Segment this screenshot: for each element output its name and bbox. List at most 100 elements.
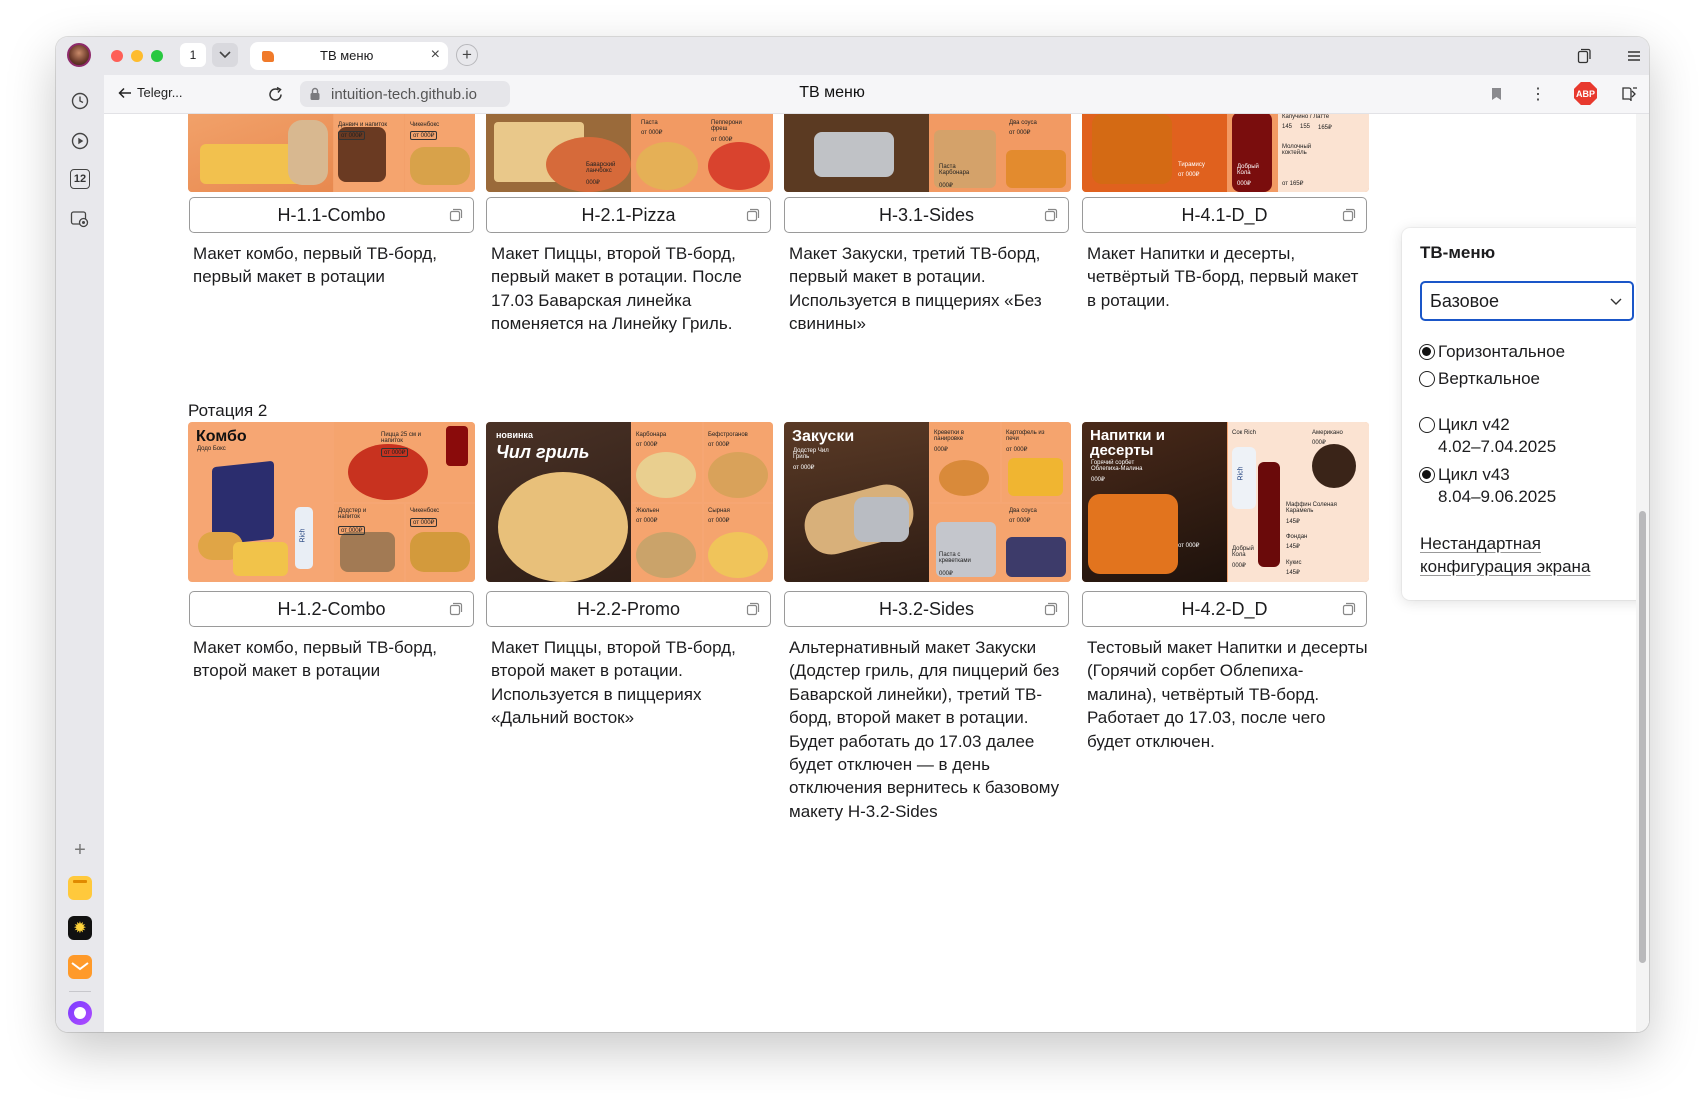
chevron-down-icon [1610, 298, 1622, 305]
copy-icon[interactable] [1342, 602, 1356, 616]
more-vertical-icon[interactable]: ⋮ [1530, 85, 1546, 103]
notes-app-icon[interactable] [68, 876, 92, 900]
layout-code-label: Н-3.1-Sides [878, 204, 975, 225]
layout-code-button[interactable]: Н-3.1-Sides [784, 197, 1069, 233]
adblock-label: ABP [1575, 88, 1595, 99]
radio-button[interactable] [1419, 417, 1435, 433]
radio-button[interactable] [1419, 467, 1435, 483]
calendar-badge-number: 12 [73, 173, 87, 185]
layout-preview-image[interactable]: Паста Карбонара 000₽ Два соуса от 000₽ [784, 114, 1071, 192]
title-bar: 1 ТВ меню × + [56, 37, 1649, 75]
copy-icon[interactable] [449, 602, 463, 616]
menu-hamburger-icon[interactable] [1624, 46, 1644, 66]
layout-preview-image[interactable]: Напитки и десерты Горячий сорбет Облепих… [1082, 422, 1369, 582]
tab-close-icon[interactable]: × [431, 46, 440, 64]
layout-preview-image[interactable]: Паста от 000₽ Пепперони фреш от 000₽ Бав… [486, 114, 773, 192]
alice-assistant-icon[interactable] [68, 1001, 92, 1025]
layout-code-button[interactable]: Н-4.2-D_D [1082, 591, 1367, 627]
preview-price-tag: от 000₽ [1009, 130, 1031, 136]
tab-counter-label: 1 [189, 48, 197, 62]
orientation-option-horizontal[interactable]: Горизонтальное [1419, 341, 1565, 363]
cycle-dates: 8.04–9.06.2025 [1438, 487, 1557, 506]
layout-code-button[interactable]: Н-2.1-Pizza [486, 197, 771, 233]
cycle-option-v42[interactable]: Цикл v42 4.02–7.04.2025 [1419, 414, 1556, 458]
layout-code-label: Н-1.2-Combo [277, 598, 386, 619]
copy-icon[interactable] [1044, 602, 1058, 616]
preview-text: Креветки в панировке [934, 430, 965, 442]
preview-price-tag: от 000₽ [708, 518, 730, 524]
radio-button[interactable] [1419, 344, 1435, 360]
preview-text: 145 [1282, 124, 1293, 130]
screenshot-camera-icon[interactable] [69, 208, 91, 230]
preview-price-tag: от 000₽ [410, 518, 438, 527]
layout-preview-image[interactable]: Закуски Додстер Чил Гриль от 000₽ Кревет… [784, 422, 1071, 582]
layout-code-button[interactable]: Н-1.1-Combo [189, 197, 474, 233]
preview-price-tag: 000₽ [939, 571, 953, 577]
preview-text: Додо Бокс [197, 446, 226, 452]
close-window-button[interactable] [111, 50, 123, 62]
orientation-label: Верткальное [1438, 369, 1540, 388]
orientation-option-vertical[interactable]: Верткальное [1419, 368, 1540, 390]
tab-counter[interactable]: 1 [180, 43, 206, 67]
minimize-window-button[interactable] [131, 50, 143, 62]
copy-icon[interactable] [746, 602, 760, 616]
profile-avatar[interactable] [67, 43, 91, 67]
new-tab-button[interactable]: + [456, 44, 478, 66]
menu-type-select[interactable]: Базовое [1420, 281, 1634, 321]
cycle-option-v43[interactable]: Цикл v43 8.04–9.06.2025 [1419, 464, 1556, 508]
scrollbar-thumb[interactable] [1639, 511, 1646, 963]
bookmarks-panel-icon[interactable] [1574, 46, 1594, 66]
add-sidebar-item-icon[interactable]: + [70, 839, 90, 861]
preview-text: Картофель из печи [1006, 430, 1045, 442]
tab-tv-menu[interactable]: ТВ меню × [250, 42, 448, 70]
page-content: Данвич и напиток от 000₽ Чикенбокс от 00… [104, 114, 1649, 1032]
tab-title: ТВ меню [320, 48, 374, 63]
preview-text: Карбонара [636, 432, 667, 438]
layout-description: Тестовый макет Напитки и десерты (Горячи… [1087, 638, 1368, 751]
preview-text: Додстер и напиток [338, 508, 367, 520]
tab-favicon-icon [262, 51, 274, 62]
layout-code-button[interactable]: Н-3.2-Sides [784, 591, 1069, 627]
preview-text: Сок Rich [1232, 430, 1256, 436]
preview-price-tag: от 000₽ [636, 518, 658, 524]
layout-preview-image[interactable]: Комбо Додо Бокс Rich Пицца 25 см и напит… [188, 422, 475, 582]
bookmark-flag-icon[interactable] [1488, 85, 1504, 103]
video-play-icon[interactable] [69, 130, 91, 152]
sidebar-divider [69, 991, 91, 992]
copy-icon[interactable] [1342, 208, 1356, 222]
tab-list-chevron-icon[interactable] [212, 43, 238, 67]
spark-app-icon[interactable]: ✹ [68, 916, 92, 940]
calendar-badge-icon[interactable]: 12 [70, 169, 90, 189]
preview-text: Капучино / Латте [1282, 114, 1330, 120]
layout-code-label: Н-3.2-Sides [878, 598, 975, 619]
layout-code-button[interactable]: Н-1.2-Combo [189, 591, 474, 627]
adblock-icon[interactable]: ABP [1574, 82, 1597, 105]
layout-preview-image[interactable]: Данвич и напиток от 000₽ Чикенбокс от 00… [188, 114, 475, 192]
preview-price-tag: от 000₽ [338, 526, 366, 535]
mail-app-icon[interactable] [68, 955, 92, 979]
preview-text: Пицца 25 см и напиток [381, 432, 422, 444]
browser-window: 1 ТВ меню × + 12 + ✹ Telegr... intuition… [56, 37, 1649, 1032]
layout-code-button[interactable]: Н-2.2-Promo [486, 591, 771, 627]
layout-code-button[interactable]: Н-4.1-D_D [1082, 197, 1367, 233]
preview-text: Бефстроганов [708, 432, 748, 438]
preview-price-tag: от 000₽ [381, 448, 409, 457]
preview-price-tag: 145₽ [1286, 544, 1300, 550]
layout-code-label: Н-4.1-D_D [1181, 204, 1268, 225]
radio-button[interactable] [1419, 371, 1435, 387]
layout-preview-image[interactable]: новинка Чил гриль Карбонара от 000₽ Бефс… [486, 422, 773, 582]
layout-description: Альтернативный макет Закуски (Додстер гр… [789, 638, 1060, 821]
layout-preview-image[interactable]: Капучино / Латте 145 155 165₽ Молочный к… [1082, 114, 1369, 192]
layout-code-label: Н-2.2-Promo [576, 598, 681, 619]
custom-screen-config-link[interactable]: Нестандартная конфигурация экрана [1420, 532, 1610, 578]
copy-icon[interactable] [449, 208, 463, 222]
preview-price-tag: 000₽ [1232, 563, 1246, 569]
copy-icon[interactable] [1044, 208, 1058, 222]
preview-price-tag: 145₽ [1286, 570, 1300, 576]
maximize-window-button[interactable] [151, 50, 163, 62]
reading-list-icon[interactable] [1620, 84, 1640, 104]
preview-price-tag: от 000₽ [636, 442, 658, 448]
copy-icon[interactable] [746, 208, 760, 222]
history-clock-icon[interactable] [69, 90, 91, 112]
preview-price-tag: 000₽ [1237, 181, 1251, 187]
